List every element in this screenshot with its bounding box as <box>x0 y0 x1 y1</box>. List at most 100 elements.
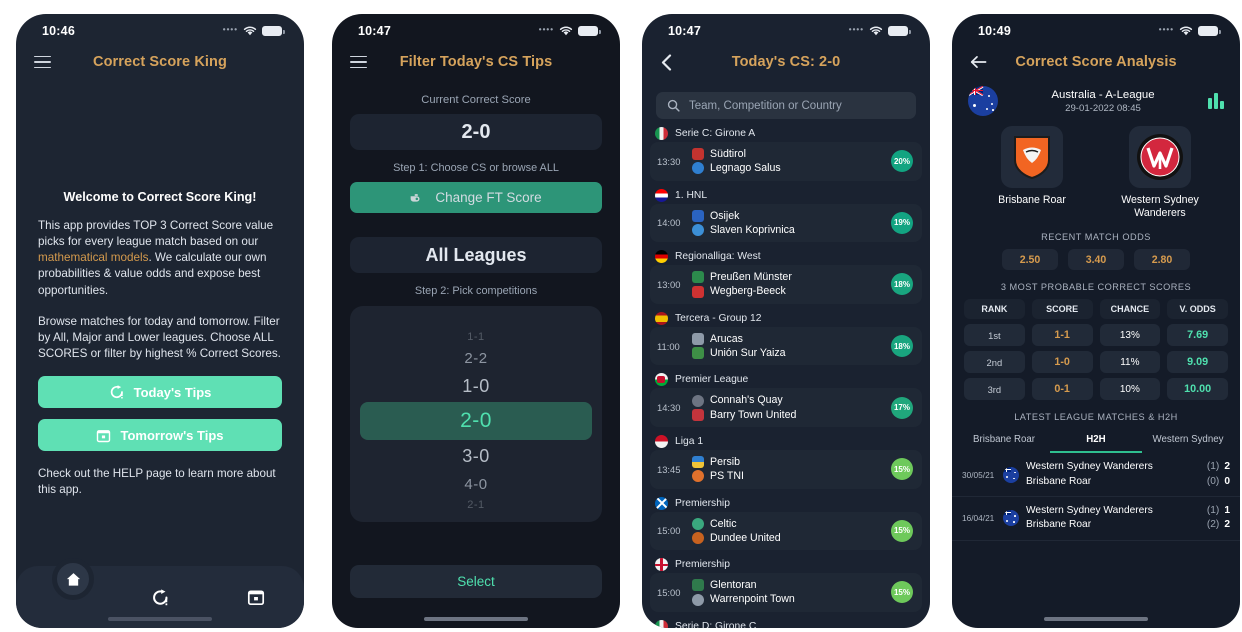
match-row[interactable]: 13:45 Persib PS TNI 15% <box>650 449 922 489</box>
match-teams: Arucas Unión Sur Yaiza <box>692 332 884 361</box>
battery-icon <box>888 26 911 36</box>
home-team-name: Connah's Quay <box>710 394 783 407</box>
wifi-icon <box>559 26 573 36</box>
intro-paragraph: This app provides TOP 3 Correct Score va… <box>38 218 282 299</box>
away-team-name: Western Sydney Wanderers <box>1121 194 1199 220</box>
match-time: 13:00 <box>657 278 681 290</box>
h2h-team-names: Western Sydney Wanderers Brisbane Roar <box>1026 460 1200 489</box>
match-teams: Preußen Münster Wegberg-Beeck <box>692 270 884 299</box>
away-crest-icon <box>692 285 704 298</box>
flag-croatia-icon <box>655 188 668 202</box>
odd-away[interactable]: 2.80 <box>1134 249 1190 271</box>
phone-screen-list: 10:47 •••• Today's CS: 2-0 Team, Competi… <box>642 14 930 628</box>
current-score-value[interactable]: 2-0 <box>350 114 602 150</box>
match-list: Serie C: Girone A 13:30 Südtirol Legnago… <box>642 123 930 628</box>
league-name: Premiership <box>675 559 730 571</box>
picker-option[interactable]: 1-0 <box>360 370 592 402</box>
match-teams: Osijek Slaven Koprivnica <box>692 209 884 238</box>
h2h-section-title: LATEST LEAGUE MATCHES & H2H <box>1014 412 1178 423</box>
tab-tomorrow[interactable] <box>208 576 304 618</box>
signal-dots-icon: •••• <box>538 24 554 34</box>
teams-row: Brisbane Roar Western Sydney Wanderers <box>952 122 1240 220</box>
search-input[interactable]: Team, Competition or Country <box>656 92 916 119</box>
brisbane-roar-crest-icon <box>1014 136 1050 180</box>
wifi-icon <box>869 26 883 36</box>
picker-option[interactable]: 4-0 <box>360 472 592 496</box>
cell-rank: 3rd <box>964 378 1025 401</box>
h2h-away-team: Brisbane Roar <box>1026 519 1092 531</box>
hamburger-icon[interactable] <box>350 55 367 69</box>
h2h-match-row[interactable]: 30/05/21 Western Sydney Wanderers Brisba… <box>952 453 1240 498</box>
wifi-icon <box>1179 26 1193 36</box>
back-chevron-icon[interactable] <box>660 53 673 71</box>
cell-rank: 1st <box>964 324 1025 347</box>
picker-option[interactable]: 2-1 <box>360 496 592 514</box>
away-crest-icon <box>692 162 704 175</box>
home-crest-icon <box>692 209 704 222</box>
bottom-tab-bar <box>16 558 304 628</box>
match-row[interactable]: 11:00 Arucas Unión Sur Yaiza 18% <box>650 326 922 366</box>
odd-draw[interactable]: 3.40 <box>1068 249 1124 271</box>
correct-scores-title: 3 MOST PROBABLE CORRECT SCORES <box>1000 282 1192 293</box>
table-row[interactable]: 1st 1-1 13% 7.69 <box>964 324 1228 347</box>
tomorrows-tips-button[interactable]: Tomorrow's Tips <box>38 419 282 452</box>
odd-home[interactable]: 2.50 <box>1002 249 1058 271</box>
page-title: Today's CS: 2-0 <box>731 54 841 70</box>
header-vodds: V. ODDS <box>1167 299 1228 320</box>
western-sydney-crest-icon <box>1137 134 1183 180</box>
tab-brisbane-roar[interactable]: Brisbane Roar <box>958 428 1050 453</box>
all-leagues-button[interactable]: All Leagues <box>350 237 602 273</box>
away-team-name: Warrenpoint Town <box>710 593 795 606</box>
calendar-icon <box>247 590 265 606</box>
table-row[interactable]: 3rd 0-1 10% 10.00 <box>964 378 1228 401</box>
chance-badge: 15% <box>891 519 913 542</box>
match-teams: Südtirol Legnago Salus <box>692 147 884 176</box>
tab-h2h[interactable]: H2H <box>1050 428 1142 454</box>
away-crest-icon <box>692 224 704 237</box>
picker-option[interactable]: 3-0 <box>360 440 592 472</box>
match-row[interactable]: 14:30 Connah's Quay Barry Town United 17… <box>650 388 922 427</box>
match-time: 15:00 <box>657 586 681 598</box>
tab-western-sydney[interactable]: Western Sydney <box>1142 428 1234 453</box>
home-team-column: Brisbane Roar <box>968 126 1096 220</box>
todays-tips-button[interactable]: Today's Tips <box>38 376 282 409</box>
h2h-match-row[interactable]: 16/04/21 Western Sydney Wanderers Brisba… <box>952 497 1240 541</box>
bar-chart-icon[interactable] <box>1208 93 1224 109</box>
tab-today[interactable] <box>112 576 208 618</box>
league-header: Serie C: Girone A <box>642 123 930 142</box>
flag-italy-icon <box>655 127 668 140</box>
home-indicator <box>1044 617 1148 621</box>
recent-match-odds-title: RECENT MATCH ODDS <box>1041 232 1151 243</box>
match-row[interactable]: 14:00 Osijek Slaven Koprivnica 19% <box>650 203 922 243</box>
table-row[interactable]: 2nd 1-0 11% 9.09 <box>964 351 1228 374</box>
match-row[interactable]: 13:30 Südtirol Legnago Salus 20% <box>650 142 922 181</box>
battery-icon <box>262 26 285 36</box>
chance-badge: 18% <box>891 273 913 296</box>
page-title: Correct Score King <box>93 54 227 70</box>
cell-vodds: 10.00 <box>1167 378 1228 401</box>
home-crest-icon <box>692 456 704 469</box>
hamburger-icon[interactable] <box>34 55 51 69</box>
flag-scotland-icon <box>655 496 668 510</box>
select-button[interactable]: Select <box>350 565 602 598</box>
away-team: Wegberg-Beeck <box>692 284 884 298</box>
western-sydney-wanderers-logo <box>1129 126 1191 188</box>
picker-option[interactable]: 1-1 <box>360 328 592 346</box>
h2h-away-ft: 0 <box>1224 475 1230 487</box>
league-header: Premiership <box>642 554 930 573</box>
flag-germany-icon <box>655 250 668 264</box>
away-team-name: Legnago Salus <box>710 162 781 175</box>
home-fab-button[interactable] <box>52 558 94 600</box>
home-team: Osijek <box>692 209 884 223</box>
match-row[interactable]: 15:00 Celtic Dundee United 15% <box>650 511 922 551</box>
picker-option[interactable]: 2-2 <box>360 346 592 370</box>
score-picker[interactable]: 1-1 2-2 1-0 2-0 3-0 4-0 2-1 <box>350 306 602 522</box>
picker-option-selected[interactable]: 2-0 <box>360 402 592 440</box>
match-row[interactable]: 13:00 Preußen Münster Wegberg-Beeck 18% <box>650 265 922 304</box>
page-title: Correct Score Analysis <box>1015 54 1177 70</box>
status-icons: •••• <box>223 25 285 36</box>
match-row[interactable]: 15:00 Glentoran Warrenpoint Town 15% <box>650 573 922 612</box>
change-ft-score-button[interactable]: Change FT Score <box>350 182 602 213</box>
competition-info: Australia - A-League 29-01-2022 08:45 <box>1008 89 1198 114</box>
back-arrow-icon[interactable] <box>970 55 987 69</box>
